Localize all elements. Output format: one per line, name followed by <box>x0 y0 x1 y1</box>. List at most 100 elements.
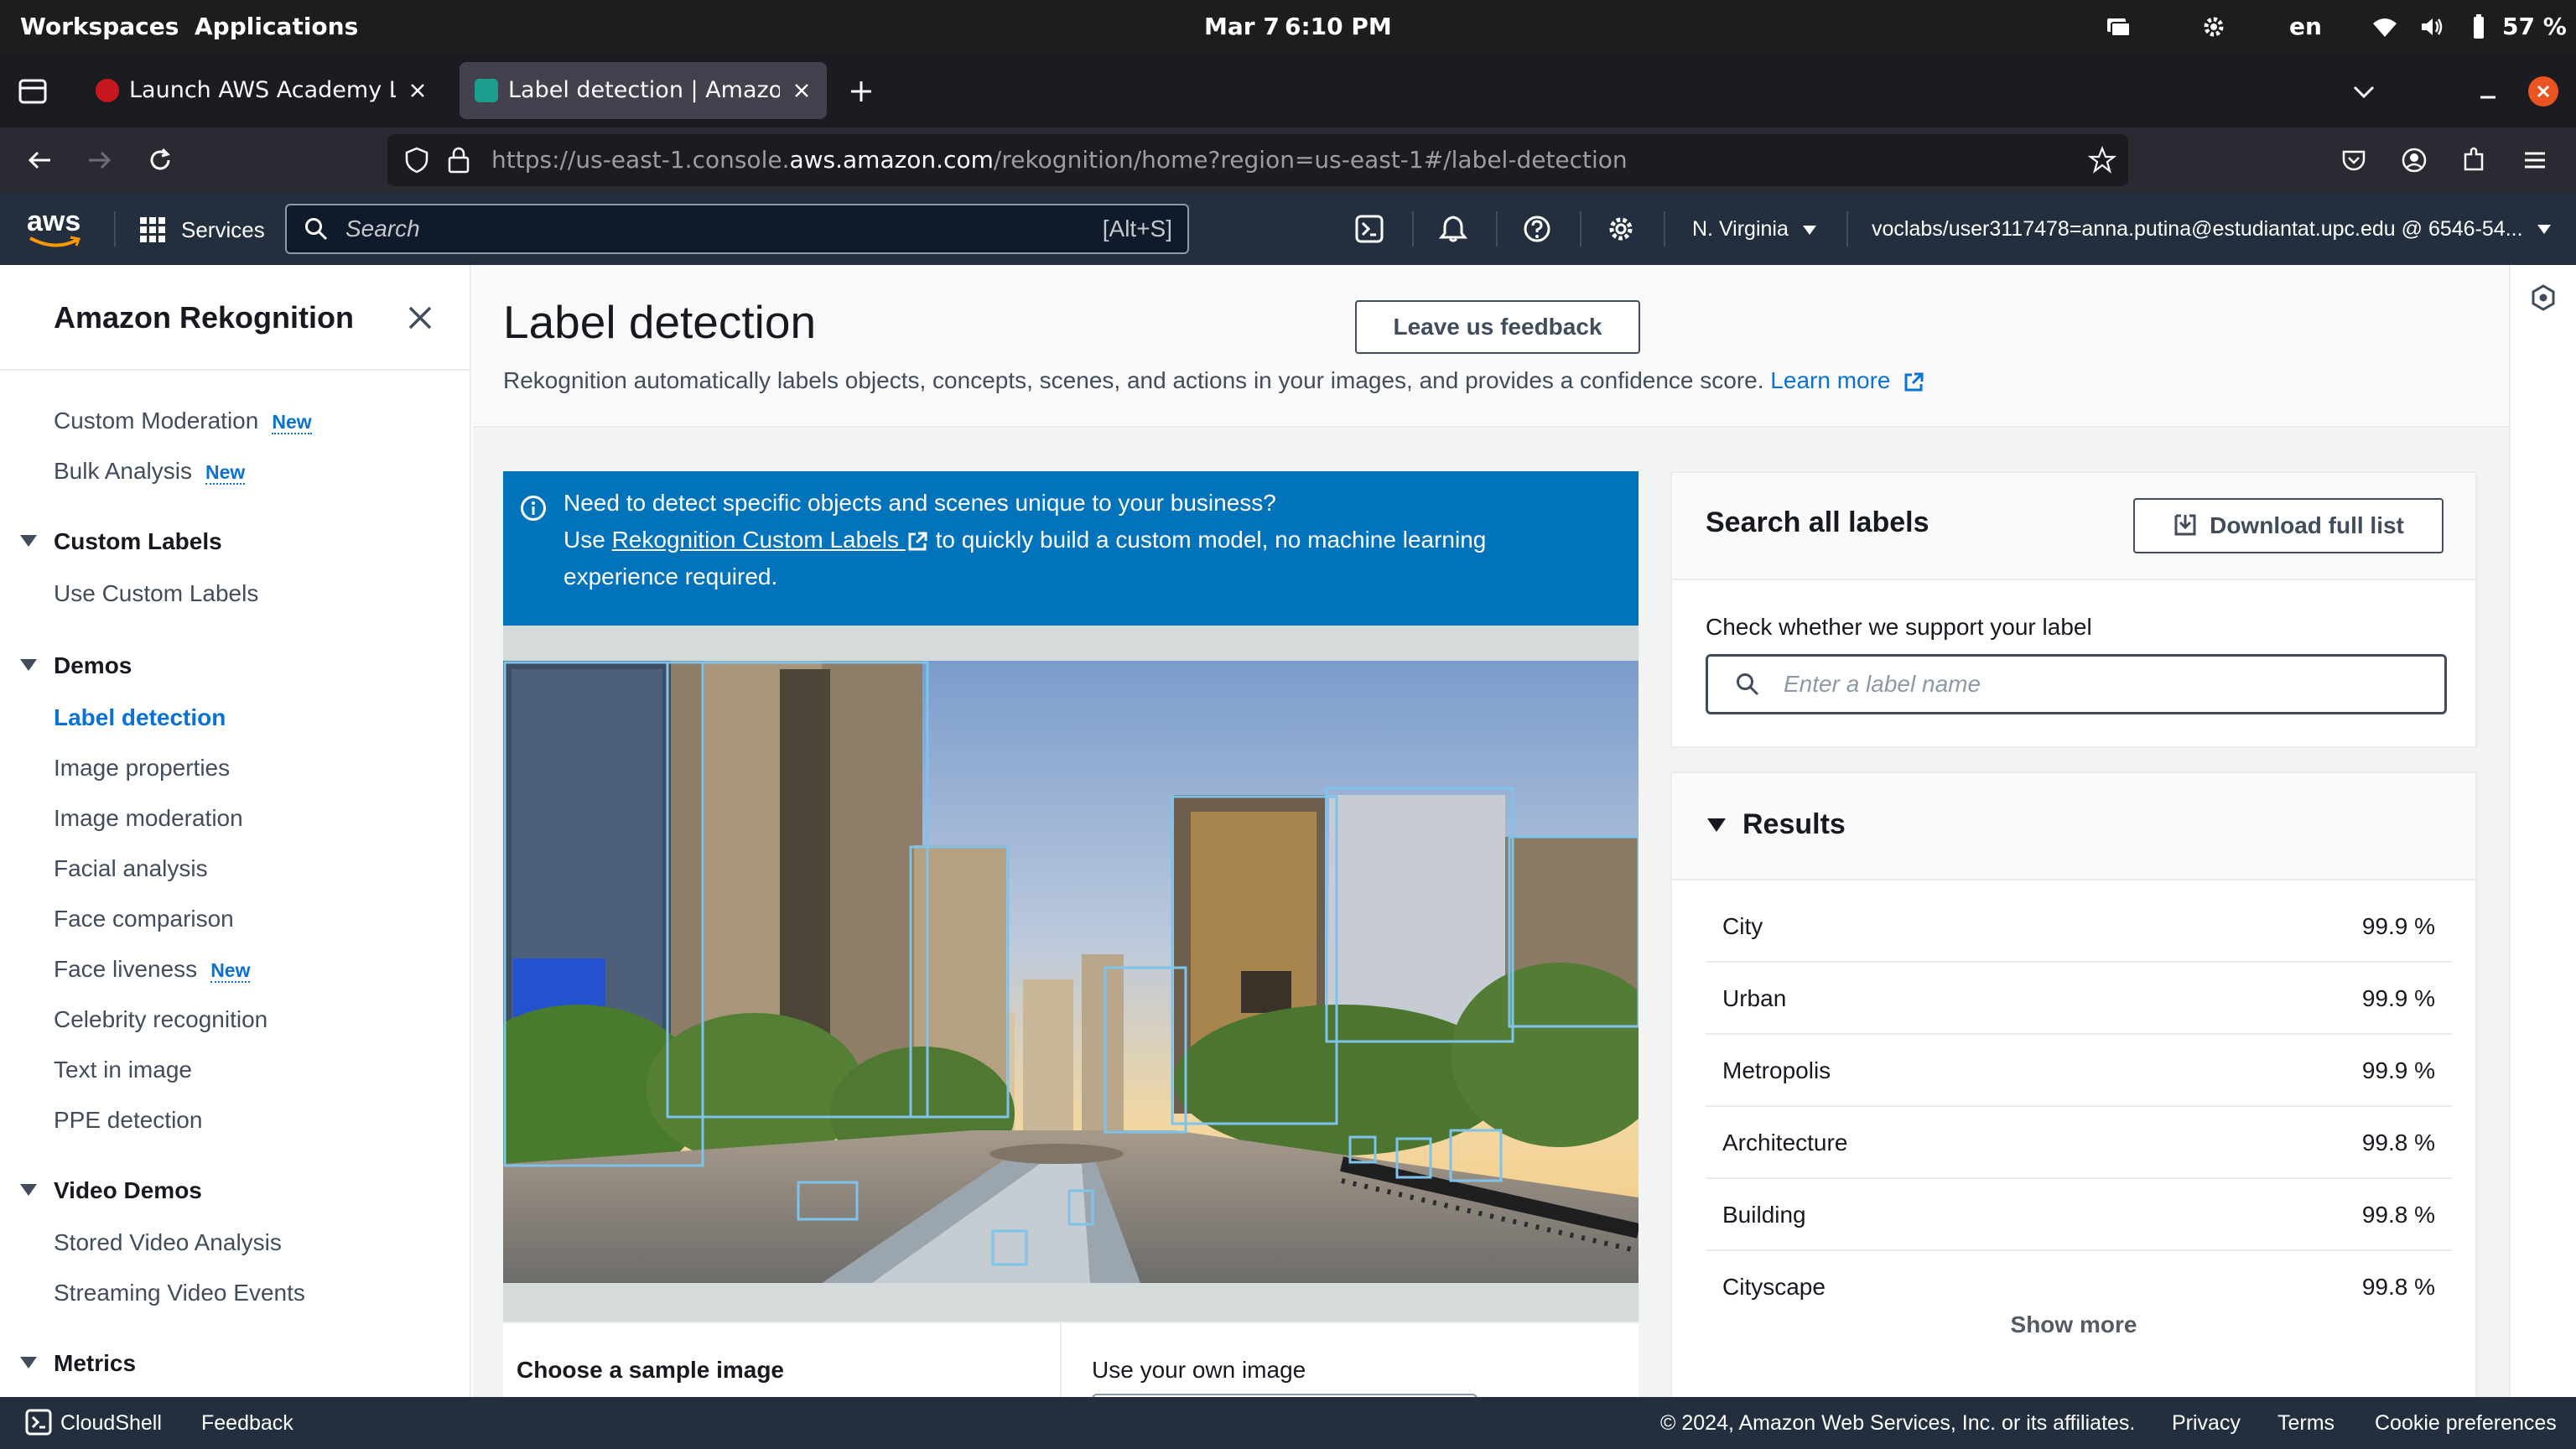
aws-logo[interactable]: aws <box>27 205 87 252</box>
nav-text-in-image[interactable]: Text in image <box>54 1057 192 1083</box>
close-window-icon[interactable] <box>2527 75 2559 107</box>
result-label: Urban <box>1722 985 1787 1011</box>
tab-label-detection[interactable]: Label detection | Amazon R <box>460 62 827 119</box>
tab-aws-academy[interactable]: Launch AWS Academy Learr <box>80 62 443 119</box>
section-video-demos[interactable]: Video Demos <box>20 1177 202 1204</box>
section-custom-labels[interactable]: Custom Labels <box>20 528 222 555</box>
results-header[interactable]: Results <box>1672 773 2475 880</box>
padlock-icon[interactable] <box>446 146 471 174</box>
search-icon <box>1737 673 1759 696</box>
footer-cookie-preferences-link[interactable]: Cookie preferences <box>2375 1397 2557 1449</box>
nav-celebrity-recognition[interactable]: Celebrity recognition <box>54 1006 267 1033</box>
footer-feedback-link[interactable]: Feedback <box>201 1397 293 1449</box>
volume-icon[interactable] <box>2418 13 2445 40</box>
nav-streaming-video-events[interactable]: Streaming Video Events <box>54 1280 305 1306</box>
nav-label-detection[interactable]: Label detection <box>54 704 226 731</box>
copyright-text: © 2024, Amazon Web Services, Inc. or its… <box>1660 1411 2136 1435</box>
leave-feedback-button[interactable]: Leave us feedback <box>1355 300 1640 354</box>
nav-image-moderation[interactable]: Image moderation <box>54 805 243 832</box>
notifications-bell-icon[interactable] <box>1439 215 1467 243</box>
nav-stored-video-analysis[interactable]: Stored Video Analysis <box>54 1229 282 1256</box>
extensions-puzzle-icon[interactable] <box>2460 146 2489 174</box>
page-title: Label detection <box>503 296 817 348</box>
screen-share-icon[interactable] <box>2105 13 2132 40</box>
new-tab-plus-icon[interactable] <box>847 77 875 106</box>
battery-icon[interactable] <box>2465 13 2492 40</box>
url-text[interactable]: https://us-east-1.console.aws.amazon.com… <box>491 134 1628 186</box>
account-icon[interactable] <box>2400 146 2428 174</box>
forward-arrow-icon[interactable] <box>86 146 114 174</box>
nav-ppe-detection[interactable]: PPE detection <box>54 1107 202 1134</box>
nav-face-comparison[interactable]: Face comparison <box>54 906 234 932</box>
browser-tab-strip: Launch AWS Academy Learr Label detection… <box>0 54 2576 127</box>
result-confidence: 99.9 % <box>2361 1057 2435 1083</box>
hamburger-menu-icon[interactable] <box>2521 146 2549 174</box>
section-label: Custom Labels <box>54 528 222 554</box>
city-canal-image <box>503 661 1639 1283</box>
download-label: Download full list <box>2210 512 2404 538</box>
custom-labels-link[interactable]: Rekognition Custom Labels <box>612 527 929 553</box>
nav-custom-moderation[interactable]: Custom Moderation New <box>54 408 312 434</box>
header-separator <box>114 211 116 247</box>
settings-gear-icon[interactable] <box>2200 13 2227 40</box>
workspaces-button[interactable]: Workspaces <box>20 0 179 54</box>
back-arrow-icon[interactable] <box>25 146 54 174</box>
section-metrics[interactable]: Metrics <box>20 1350 136 1377</box>
close-side-nav-icon[interactable] <box>404 302 436 334</box>
wifi-icon[interactable] <box>2371 13 2398 40</box>
minimize-window-icon[interactable] <box>2475 79 2501 104</box>
caret-down-icon <box>2537 225 2551 234</box>
info-line-2-suffix: to quickly build a custom model, no mach… <box>935 527 1487 553</box>
footer-privacy-link[interactable]: Privacy <box>2172 1397 2241 1449</box>
applications-menu[interactable]: Applications <box>195 0 358 54</box>
nav-label: Custom Moderation <box>54 408 259 434</box>
learn-more-label: Learn more <box>1770 367 1891 393</box>
close-tab-icon[interactable] <box>790 79 813 102</box>
aws-search-input[interactable]: Search [Alt+S] <box>285 204 1189 254</box>
result-row: City 99.9 % <box>1706 891 2452 963</box>
label-name-search-input[interactable]: Enter a label name <box>1706 654 2447 714</box>
system-top-bar: Workspaces Applications Mar 7 6:10 PM en… <box>0 0 2576 54</box>
region-selector[interactable]: N. Virginia <box>1692 211 1816 247</box>
cloudshell-button[interactable]: CloudShell <box>25 1397 162 1449</box>
settings-gear-icon[interactable] <box>1607 215 1635 243</box>
tab-overview-icon[interactable] <box>18 79 47 104</box>
browser-navigation-bar: https://us-east-1.console.aws.amazon.com… <box>0 127 2576 193</box>
column-divider <box>1060 1323 1062 1407</box>
side-nav-title[interactable]: Amazon Rekognition <box>54 300 354 335</box>
close-tab-icon[interactable] <box>406 79 429 102</box>
help-question-icon[interactable] <box>1523 215 1551 243</box>
tools-panel-icon[interactable] <box>2529 283 2558 312</box>
expand-caret-icon <box>20 534 37 547</box>
system-date[interactable]: Mar 7 <box>1204 0 1280 54</box>
result-confidence: 99.8 % <box>2361 1130 2435 1156</box>
nav-face-liveness[interactable]: Face liveness New <box>54 956 251 983</box>
download-full-list-button[interactable]: Download full list <box>2133 498 2444 553</box>
choose-sample-image-heading: Choose a sample image <box>517 1357 785 1383</box>
bookmark-star-icon[interactable] <box>2088 146 2116 174</box>
reload-icon[interactable] <box>146 146 174 174</box>
search-placeholder: Search <box>345 216 420 242</box>
show-more-button[interactable]: Show more <box>1672 1311 2475 1338</box>
footer-terms-link[interactable]: Terms <box>2277 1397 2334 1449</box>
learn-more-link[interactable]: Learn more <box>1770 367 1925 393</box>
list-tabs-chevron-down-icon[interactable] <box>2350 79 2378 104</box>
nav-use-custom-labels[interactable]: Use Custom Labels <box>54 580 258 607</box>
services-grid-icon <box>140 217 165 242</box>
url-path: /rekognition/home?region=us-east-1#/labe… <box>993 146 1628 174</box>
search-labels-title: Search all labels <box>1706 506 1929 538</box>
url-field[interactable]: https://us-east-1.console.aws.amazon.com… <box>387 134 2128 186</box>
system-time[interactable]: 6:10 PM <box>1285 0 1392 54</box>
nav-facial-analysis[interactable]: Facial analysis <box>54 855 208 882</box>
cloudshell-icon[interactable] <box>1355 215 1384 243</box>
pocket-icon[interactable] <box>2340 146 2368 174</box>
expand-caret-icon <box>20 658 37 671</box>
tracking-protection-shield-icon[interactable] <box>402 146 431 174</box>
nav-image-properties[interactable]: Image properties <box>54 755 230 782</box>
nav-bulk-analysis[interactable]: Bulk Analysis New <box>54 458 246 485</box>
card-header: Search all labels Download full list <box>1672 473 2475 580</box>
keyboard-language[interactable]: en <box>2289 0 2322 54</box>
section-demos[interactable]: Demos <box>20 652 132 679</box>
battery-percent[interactable]: 57 % <box>2502 0 2567 54</box>
account-menu[interactable]: voclabs/user3117478=anna.putina@estudian… <box>1872 211 2551 247</box>
